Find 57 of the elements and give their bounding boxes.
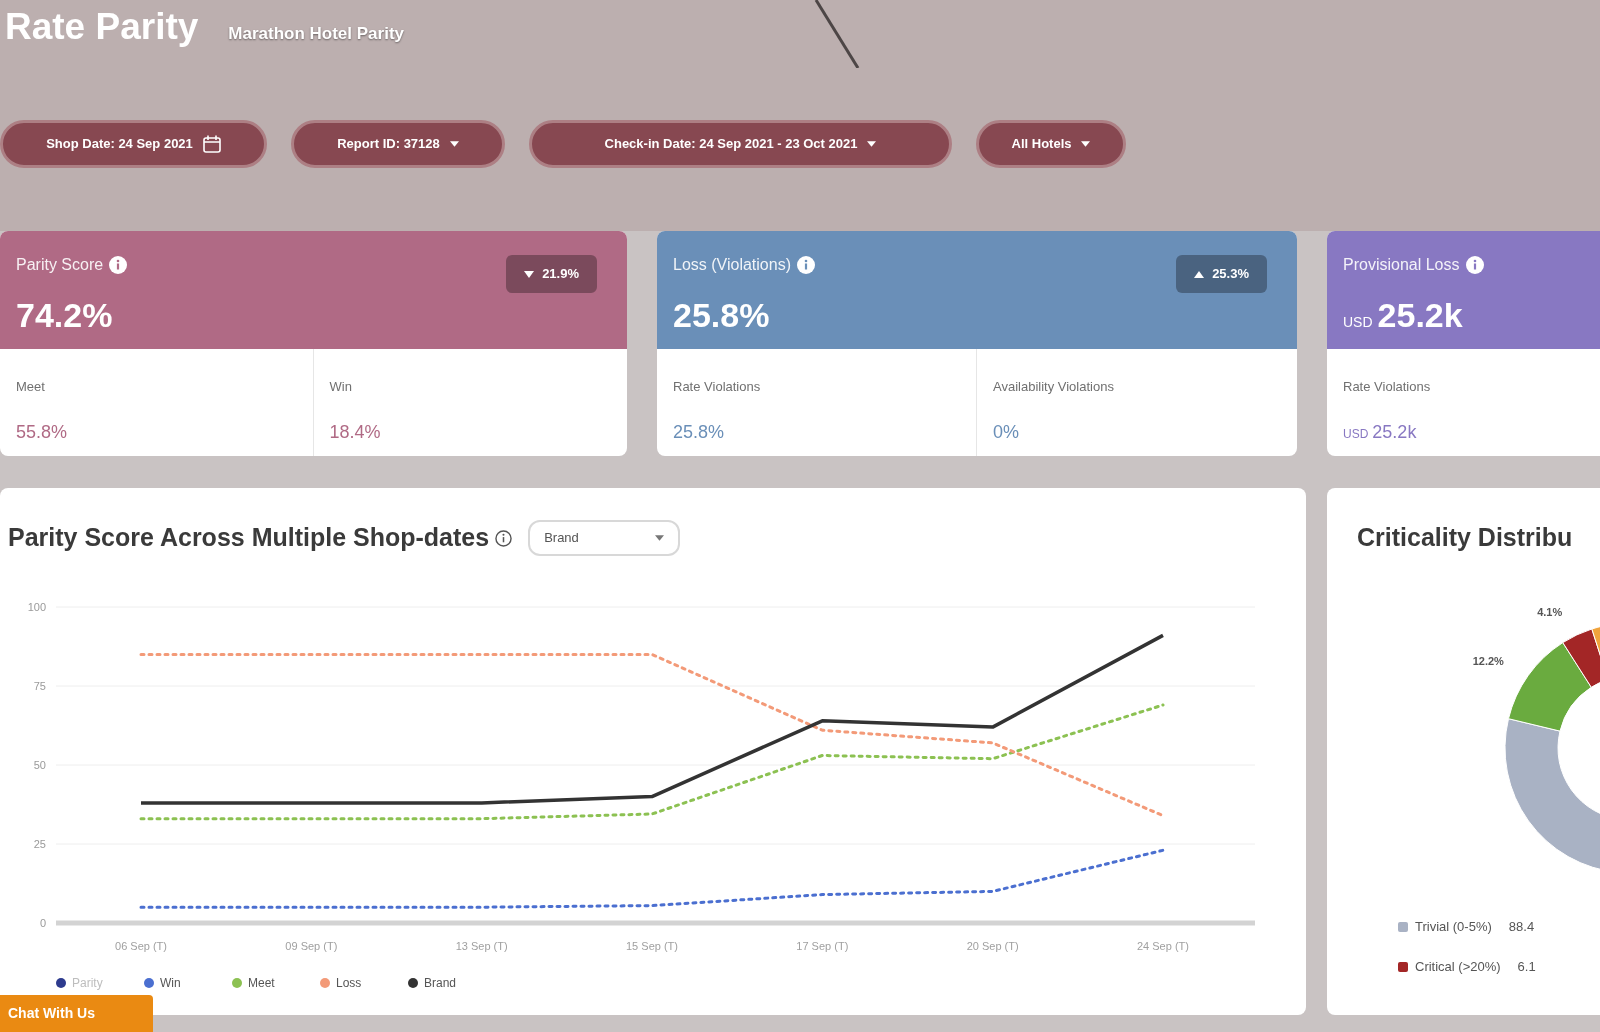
- y-axis-label: 25: [33, 838, 46, 850]
- info-icon: [109, 256, 128, 274]
- legend-item[interactable]: Win: [144, 974, 232, 992]
- decorative-line: [814, 0, 860, 68]
- x-axis-label: 20 Sep (T): [966, 940, 1019, 952]
- caret-icon: [449, 141, 459, 147]
- legend-item[interactable]: Brand: [408, 974, 496, 992]
- legend-item[interactable]: Trivial (0-5%) 88.4: [1398, 917, 1535, 937]
- x-axis-label: 17 Sep (T): [796, 940, 849, 952]
- card-title: Provisional Loss: [1343, 255, 1460, 275]
- metric-label: Rate Violations: [673, 378, 762, 396]
- legend-item[interactable]: Critical (>20%) 6.1: [1398, 957, 1536, 977]
- filter-dropdown[interactable]: Check-in Date: 24 Sep 2021 - 23 Oct 2021: [529, 120, 952, 168]
- metric-label: Rate Violations: [1343, 378, 1432, 396]
- chart-title: Criticality Distribu: [1357, 522, 1573, 554]
- caret-icon: [655, 535, 665, 541]
- series-dropdown[interactable]: Brand: [528, 520, 681, 556]
- y-axis-label: 100: [27, 601, 46, 613]
- y-axis-label: 50: [33, 759, 46, 771]
- y-axis-label: 0: [39, 917, 46, 929]
- legend-item[interactable]: Loss: [320, 974, 408, 992]
- data-label: 4.1%: [1537, 606, 1563, 619]
- metric-value: 55.8%: [16, 420, 69, 444]
- legend-item[interactable]: Meet: [232, 974, 320, 992]
- metric-value: 18.4%: [329, 420, 382, 444]
- metric-label: Availability Violations: [993, 378, 1115, 396]
- page-subtitle: Marathon Hotel Parity: [228, 23, 404, 45]
- x-axis-label: 24 Sep (T): [1137, 940, 1189, 952]
- metric-label: Meet: [16, 378, 46, 396]
- filter-dropdown[interactable]: Report ID: 37128: [291, 120, 505, 168]
- x-axis-label: 13 Sep (T): [455, 940, 508, 952]
- filter-dropdown[interactable]: All Hotels: [976, 120, 1126, 168]
- date-picker[interactable]: Shop Date: 24 Sep 2021: [0, 120, 267, 168]
- trend-value: 25.3%: [1212, 265, 1249, 284]
- chart-title: Parity Score Across Multiple Shop-dates: [8, 522, 490, 554]
- y-axis-label: 75: [33, 680, 46, 692]
- x-axis-label: 09 Sep (T): [285, 940, 338, 952]
- x-axis-label: 15 Sep (T): [626, 940, 678, 952]
- info-icon: [495, 529, 513, 547]
- page-title: Rate Parity: [5, 5, 199, 49]
- metric-value: 0%: [993, 420, 1020, 444]
- card-title: Parity Score: [16, 255, 104, 275]
- card-value: 74.2%: [16, 295, 114, 335]
- card-value: USD 25.2k: [1343, 295, 1464, 336]
- trend-value: 21.9%: [542, 265, 579, 284]
- x-axis-label: 06 Sep (T): [115, 940, 167, 952]
- metric-value: 25.8%: [673, 420, 726, 444]
- metric-label: Win: [329, 378, 353, 396]
- caret-icon: [867, 141, 877, 147]
- data-label: 12.2%: [1472, 654, 1504, 667]
- metric-value: USD 25.2k: [1343, 420, 1418, 444]
- info-icon: [797, 256, 815, 274]
- calendar-icon: [202, 135, 221, 153]
- info-icon: [1465, 256, 1484, 274]
- card-value: 25.8%: [673, 295, 771, 335]
- card-title: Loss (Violations): [673, 255, 791, 275]
- caret-icon: [1081, 141, 1091, 147]
